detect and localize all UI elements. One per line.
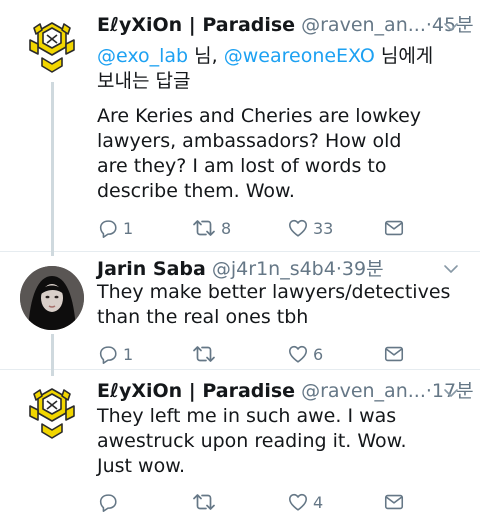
dm-button[interactable] [383,214,405,242]
profile-photo [20,266,84,330]
envelope-icon [383,491,405,513]
avatar[interactable] [20,14,84,78]
like-button[interactable]: 6 [287,340,323,368]
heart-icon [287,491,309,513]
like-button[interactable]: 33 [287,214,333,242]
reply-icon [97,491,119,513]
user-handle[interactable]: @raven_an... [301,14,426,36]
exo-logo-icon [20,380,84,444]
envelope-icon [383,217,405,239]
user-handle[interactable]: @j4r1n_s4b4 [212,258,336,280]
retweet-icon [191,216,217,240]
reply-count: 1 [123,218,134,238]
timestamp[interactable]: 39분 [342,258,384,280]
retweet-icon [191,342,217,366]
tweet-text: They left me in such awe. I was awestruc… [97,405,407,477]
thread-line [51,368,54,376]
retweet-button[interactable] [191,340,221,368]
reply-button[interactable]: 1 [97,340,133,368]
reply-context-text: 님, [188,45,224,67]
dm-button[interactable] [383,488,405,516]
retweet-button[interactable] [191,488,221,516]
retweet-icon [191,490,217,514]
like-button[interactable]: 4 [287,488,323,516]
thread-line [51,82,54,254]
reply-context: @exo_lab 님, @weareoneEXO 님에게 보내는 답글 [97,44,437,94]
exo-logo-icon [20,14,84,78]
display-name[interactable]: EℓyXiOn | Paradise [97,380,295,402]
reply-icon [97,343,119,365]
avatar[interactable] [20,380,84,444]
heart-icon [287,217,309,239]
dm-button[interactable] [383,340,405,368]
tweet-actions: 4 [97,488,427,516]
tweet-text: They make better lawyers/detectives than… [97,281,451,328]
heart-icon [287,343,309,365]
tweet-header: EℓyXiOn | Paradise @raven_an...·17분 [97,376,480,406]
tweet-actions: 1 6 [97,340,427,368]
tweet-header: EℓyXiOn | Paradise @raven_an...·45분 [97,10,480,40]
tweet-3[interactable]: EℓyXiOn | Paradise @raven_an...·17분 They… [0,368,480,527]
retweet-count: 8 [221,218,232,238]
mention-link[interactable]: @weareoneEXO [224,45,375,67]
user-handle[interactable]: @raven_an... [301,380,426,402]
chevron-down-icon[interactable] [442,260,460,278]
reply-button[interactable] [97,488,123,516]
thread-line [51,250,54,256]
display-name[interactable]: Jarin Saba [97,258,206,280]
like-count: 33 [313,218,334,238]
like-count: 4 [313,492,324,512]
envelope-icon [383,343,405,365]
tweet-1[interactable]: EℓyXiOn | Paradise @raven_an...·45분 @exo… [0,0,480,254]
reply-count: 1 [123,344,134,364]
like-count: 6 [313,344,324,364]
avatar[interactable] [20,266,84,330]
display-name[interactable]: EℓyXiOn | Paradise [97,14,295,36]
chevron-down-icon[interactable] [442,18,460,36]
thread-line [51,334,54,372]
reply-icon [97,217,119,239]
chevron-down-icon[interactable] [442,384,460,402]
reply-button[interactable]: 1 [97,214,133,242]
retweet-button[interactable]: 8 [191,214,231,242]
tweet-actions: 1 8 33 [97,214,427,242]
tweet-2[interactable]: Jarin Saba @j4r1n_s4b4·39분 They make bet… [0,250,480,372]
tweet-text: Are Keries and Cheries are lowkey lawyer… [97,105,422,202]
mention-link[interactable]: @exo_lab [97,45,188,67]
